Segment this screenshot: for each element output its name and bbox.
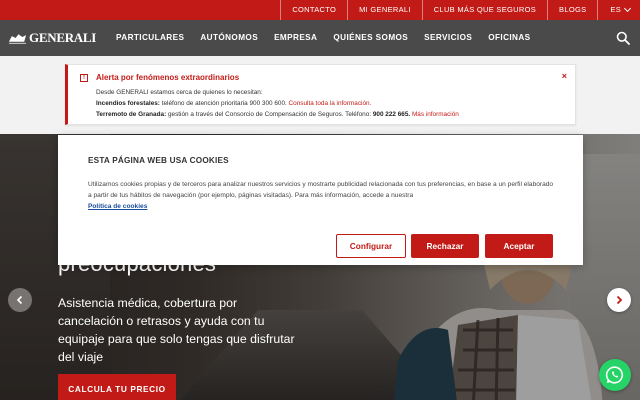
- mi-generali-link[interactable]: MI GENERALI: [347, 0, 422, 20]
- cookie-consent-dialog: ESTA PÁGINA WEB USA COOKIES Utilizamos c…: [58, 135, 583, 265]
- language-label: ES: [610, 5, 621, 14]
- alert-line-earthquake-label: Terremoto de Granada:: [96, 111, 167, 118]
- nav-item-autonomos[interactable]: AUTÓNOMOS: [192, 20, 266, 56]
- nav-item-oficinas[interactable]: OFICINAS: [480, 20, 538, 56]
- chevron-down-icon: [623, 4, 632, 13]
- nav-item-servicios[interactable]: SERVICIOS: [416, 20, 480, 56]
- chevron-right-icon: [616, 295, 623, 305]
- cookie-dialog-title: ESTA PÁGINA WEB USA COOKIES: [88, 156, 229, 165]
- alert-line-earthquake: Terremoto de Granada: gestión a través d…: [96, 109, 459, 120]
- brand-wordmark: GENERALI: [29, 30, 96, 45]
- alert-line-earthquake-phone: 900 222 665.: [372, 111, 411, 118]
- extraordinary-events-alert: ! Alerta por fenómenos extraordinarios D…: [65, 64, 576, 125]
- alert-line-fires-label: Incendios forestales:: [96, 100, 160, 107]
- top-utility-bar: CONTACTO MI GENERALI CLUB MÁS QUE SEGURO…: [0, 0, 640, 20]
- contact-link[interactable]: CONTACTO: [280, 0, 347, 20]
- alert-close-icon[interactable]: ×: [562, 71, 567, 81]
- language-selector[interactable]: ES: [597, 0, 640, 20]
- nav-item-empresa[interactable]: EMPRESA: [266, 20, 325, 56]
- whatsapp-button[interactable]: [599, 359, 631, 391]
- fires-info-link[interactable]: Consulta toda la información.: [287, 100, 372, 107]
- reject-cookies-button[interactable]: Rechazar: [411, 234, 479, 258]
- cookie-dialog-body: Utilizamos cookies propias y de terceros…: [88, 179, 558, 212]
- carousel-prev-button[interactable]: [8, 288, 32, 312]
- alert-intro: Desde GENERALI estamos cerca de quienes …: [96, 89, 263, 96]
- cookie-policy-link[interactable]: Política de cookies: [88, 201, 558, 212]
- warning-icon: !: [80, 74, 88, 82]
- cookie-description: Utilizamos cookies propias y de terceros…: [88, 181, 554, 199]
- calculate-price-button[interactable]: CALCULA TU PRECIO: [58, 374, 176, 400]
- configure-cookies-button[interactable]: Configurar: [336, 234, 406, 258]
- hero-description: Asistencia médica, cobertura por cancela…: [58, 296, 295, 364]
- alert-line-fires-text: teléfono de atención prioritaria 900 300…: [159, 100, 287, 107]
- alert-title: Alerta por fenómenos extraordinarios: [96, 73, 240, 82]
- alert-line-earthquake-text: gestión a través del Consorcio de Compen…: [166, 111, 373, 118]
- search-icon[interactable]: [616, 31, 630, 45]
- accept-cookies-button[interactable]: Aceptar: [485, 234, 553, 258]
- lion-logo-icon: [8, 34, 27, 44]
- nav-item-particulares[interactable]: PARTICULARES: [108, 20, 192, 56]
- nav-menu: PARTICULARES AUTÓNOMOS EMPRESA QUIÉNES S…: [108, 20, 539, 56]
- carousel-next-button[interactable]: [607, 288, 631, 312]
- generali-logo[interactable]: GENERALI: [8, 30, 96, 46]
- alert-body: Desde GENERALI estamos cerca de quienes …: [96, 87, 459, 120]
- earthquake-info-link[interactable]: Más información: [410, 111, 459, 118]
- blogs-link[interactable]: BLOGS: [547, 0, 597, 20]
- chevron-left-icon: [16, 295, 23, 305]
- alert-line-fires: Incendios forestales: teléfono de atenci…: [96, 98, 459, 109]
- club-link[interactable]: CLUB MÁS QUE SEGUROS: [421, 0, 547, 20]
- nav-item-quienes-somos[interactable]: QUIÉNES SOMOS: [325, 20, 416, 56]
- main-navigation: GENERALI PARTICULARES AUTÓNOMOS EMPRESA …: [0, 20, 640, 56]
- whatsapp-icon: [605, 366, 624, 384]
